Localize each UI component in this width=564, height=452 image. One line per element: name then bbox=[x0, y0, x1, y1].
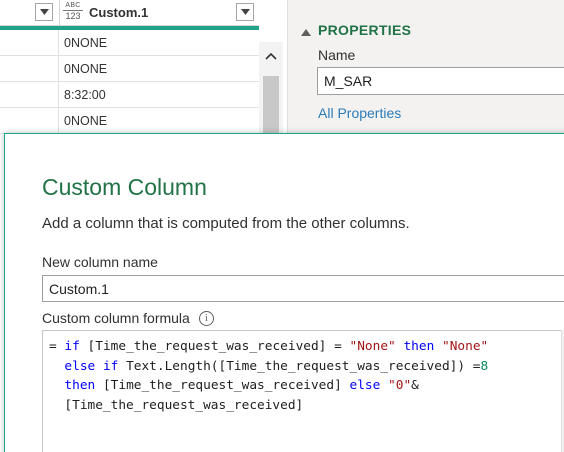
table-row[interactable]: 0NONE bbox=[0, 30, 259, 56]
properties-title: PROPERTIES bbox=[318, 22, 412, 38]
formula-token: 8 bbox=[480, 358, 489, 374]
table-row[interactable]: 0NONE bbox=[0, 56, 259, 82]
formula-line: [Time_the_request_was_received] bbox=[49, 396, 555, 416]
table-cell[interactable] bbox=[0, 82, 59, 107]
table-cell[interactable]: 0NONE bbox=[64, 62, 107, 76]
column-header-name[interactable]: Custom.1 bbox=[89, 5, 148, 20]
prev-column-filter-button[interactable] bbox=[35, 3, 53, 21]
column-divider bbox=[59, 0, 60, 26]
chevron-down-icon bbox=[240, 9, 250, 15]
formula-token bbox=[380, 378, 388, 393]
new-column-name-input[interactable]: Custom.1 bbox=[42, 275, 564, 302]
formula-token bbox=[434, 339, 442, 354]
formula-token: [Time_the_request_was_received] bbox=[95, 378, 350, 393]
table-cell[interactable]: 0NONE bbox=[64, 114, 107, 128]
table-cell[interactable] bbox=[0, 108, 59, 133]
new-column-name-label: New column name bbox=[42, 254, 158, 270]
query-name-input[interactable]: M_SAR bbox=[317, 67, 564, 95]
formula-token: "0" bbox=[388, 378, 412, 393]
info-icon[interactable]: i bbox=[198, 310, 214, 326]
collapse-triangle-icon[interactable] bbox=[301, 28, 311, 36]
type-any-icon[interactable]: ABC 123 bbox=[63, 2, 83, 24]
table-cell[interactable]: 0NONE bbox=[64, 36, 107, 50]
formula-token: then bbox=[64, 378, 96, 393]
formula-line: else if Text.Length([Time_the_request_wa… bbox=[49, 357, 555, 377]
formula-label: Custom column formula bbox=[42, 310, 190, 326]
formula-token: then bbox=[403, 339, 435, 354]
formula-token: & bbox=[411, 378, 419, 393]
all-properties-link[interactable]: All Properties bbox=[318, 105, 401, 121]
formula-token: else bbox=[349, 378, 381, 393]
formula-token: "None" bbox=[349, 339, 396, 354]
formula-token: [Time_the_request_was_received] bbox=[49, 397, 304, 413]
table-cell[interactable]: 8:32:00 bbox=[64, 88, 106, 102]
dialog-description: Add a column that is computed from the o… bbox=[42, 215, 410, 232]
table-cell[interactable] bbox=[0, 56, 59, 81]
table-cell[interactable] bbox=[0, 30, 59, 55]
formula-token bbox=[49, 359, 64, 374]
formula-line: = if [Time_the_request_was_received] = "… bbox=[49, 337, 555, 357]
formula-token: [Time_the_request_was_received] = bbox=[79, 339, 350, 354]
custom-column-dialog: Custom Column Add a column that is compu… bbox=[4, 133, 564, 452]
formula-line: then [Time_the_request_was_received] els… bbox=[49, 376, 555, 396]
table-row[interactable]: 0NONE bbox=[0, 108, 259, 134]
formula-token: else if bbox=[64, 358, 119, 374]
formula-token: Text.Length([Time_the_request_was_receiv… bbox=[118, 358, 481, 374]
scroll-up-button[interactable] bbox=[259, 44, 283, 68]
name-label: Name bbox=[318, 47, 356, 63]
chevron-down-icon bbox=[39, 9, 49, 15]
type-icon-bottom: 123 bbox=[63, 10, 83, 21]
grid-header: ABC 123 Custom.1 bbox=[0, 0, 259, 26]
dialog-title: Custom Column bbox=[42, 174, 207, 200]
formula-token: = bbox=[49, 339, 65, 354]
column-filter-button[interactable] bbox=[236, 3, 254, 21]
type-icon-top: ABC bbox=[65, 2, 81, 9]
formula-token bbox=[49, 378, 64, 393]
formula-editor[interactable]: = if [Time_the_request_was_received] = "… bbox=[42, 330, 562, 452]
table-row[interactable]: 8:32:00 bbox=[0, 82, 259, 108]
formula-token: "None" bbox=[442, 339, 489, 354]
chevron-up-icon bbox=[265, 52, 277, 60]
formula-label-row: Custom column formula i bbox=[42, 310, 214, 326]
grid-rows: 0NONE 0NONE 8:32:00 0NONE bbox=[0, 30, 259, 134]
formula-token: if bbox=[64, 339, 80, 354]
